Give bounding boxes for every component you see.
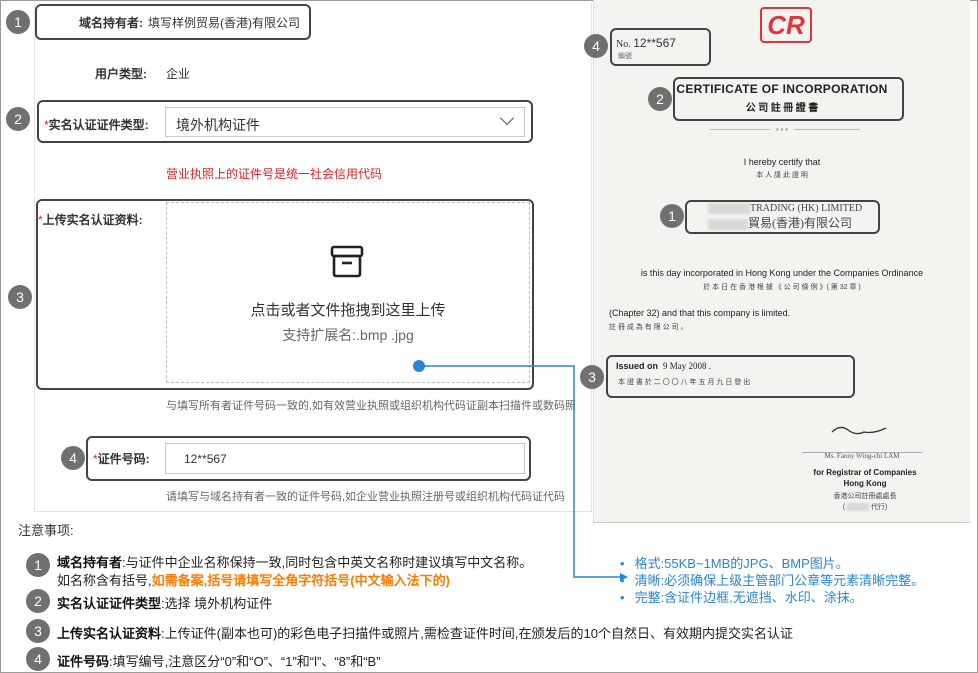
requirement-format: 格式:55KB~1MB的JPG、BMP图片。 (620, 555, 924, 572)
note-2: 实名认证证件类型:选择 境外机构证件 (57, 593, 272, 612)
note-badge-4: 4 (26, 647, 50, 671)
note-1: 域名持有者:与证件中企业名称保持一致,同时包含中英文名称时建议填写中文名称。 (57, 552, 532, 571)
note-badge-1: 1 (26, 553, 50, 577)
note-2-bold: 实名认证证件类型 (57, 596, 162, 611)
note-badge-3: 3 (26, 619, 50, 643)
note-3: 上传实名认证资料:上传证件(副本也可)的彩色电子扫描件或照片,需检查证件时间,在… (57, 623, 793, 642)
requirement-clarity: 清晰:必须确保上级主管部门公章等元素清晰完整。 (620, 572, 925, 589)
note-3-text: :上传证件(副本也可)的彩色电子扫描件或照片,需检查证件时间,在颁发后的10个自… (161, 626, 793, 641)
requirement-completeness: 完整:含证件边框,无遮挡、水印、涂抹。 (620, 589, 924, 606)
note-4-text: :填写编号,注意区分“0”和“O”、“1”和“l”、“8”和“B” (109, 654, 381, 669)
requirements-list: 格式:55KB~1MB的JPG、BMP图片。 清晰:必须确保上级主管部门公章等元… (620, 555, 925, 606)
note-1-bold: 域名持有者 (57, 555, 123, 570)
note-2-text: :选择 境外机构证件 (161, 596, 273, 611)
note-4-bold: 证件号码 (57, 654, 110, 669)
note-1-line2-a: 如名称含有括号, (57, 573, 152, 588)
note-3-bold: 上传实名认证资料 (57, 626, 162, 641)
note-1-warning: 如需备案,括号请填写全角字符括号(中文输入法下的) (151, 573, 450, 588)
note-4: 证件号码:填写编号,注意区分“0”和“O”、“1”和“l”、“8”和“B” (57, 651, 381, 670)
note-1-line2: 如名称含有括号,如需备案,括号请填写全角字符括号(中文输入法下的) (57, 570, 450, 589)
note-badge-2: 2 (26, 589, 50, 613)
notes-title: 注意事项: (18, 523, 74, 538)
note-1-text: :与证件中企业名称保持一致,同时包含中英文名称时建议填写中文名称。 (122, 555, 533, 570)
